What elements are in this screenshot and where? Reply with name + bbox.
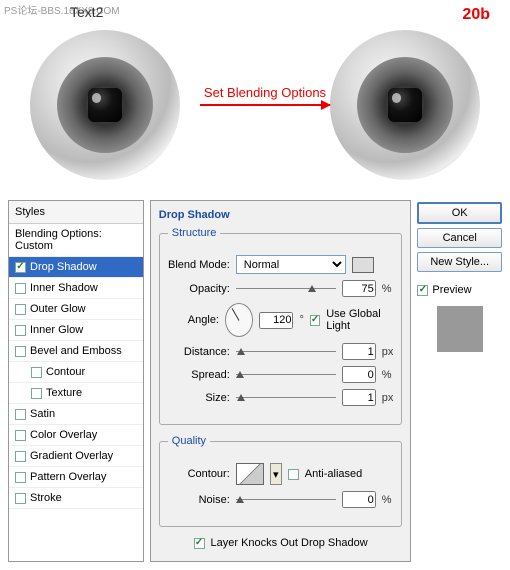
distance-unit: px <box>382 346 394 358</box>
style-checkbox[interactable] <box>15 472 26 483</box>
anti-aliased-label: Anti-aliased <box>305 468 362 480</box>
style-checkbox[interactable] <box>15 346 26 357</box>
arrow-icon <box>200 104 330 106</box>
spread-label: Spread: <box>168 369 230 381</box>
layer-style-dialog: Styles Blending Options: Custom Drop Sha… <box>0 190 510 570</box>
header-region: Text2 20b Set Blending Options <box>0 0 510 190</box>
lens-after <box>330 30 480 180</box>
style-item-inner-shadow[interactable]: Inner Shadow <box>9 278 143 299</box>
style-item-inner-glow[interactable]: Inner Glow <box>9 320 143 341</box>
style-item-pattern-overlay[interactable]: Pattern Overlay <box>9 467 143 488</box>
style-checkbox[interactable] <box>15 325 26 336</box>
style-label: Contour <box>46 366 85 378</box>
panel-title: Drop Shadow <box>159 209 403 221</box>
structure-legend: Structure <box>168 227 221 239</box>
style-label: Bevel and Emboss <box>30 345 122 357</box>
style-item-stroke[interactable]: Stroke <box>9 488 143 509</box>
style-label: Stroke <box>30 492 62 504</box>
size-unit: px <box>382 392 394 404</box>
style-checkbox[interactable] <box>15 451 26 462</box>
styles-panel: Styles Blending Options: Custom Drop Sha… <box>8 200 144 562</box>
style-checkbox[interactable] <box>15 430 26 441</box>
noise-input[interactable] <box>342 491 376 508</box>
style-checkbox[interactable] <box>15 283 26 294</box>
distance-slider[interactable] <box>236 345 336 359</box>
angle-unit: ° <box>299 314 303 326</box>
contour-dropdown[interactable]: ▾ <box>270 463 282 485</box>
preview-label: Preview <box>432 284 471 296</box>
blend-mode-select[interactable]: Normal <box>236 255 346 274</box>
lens-before <box>30 30 180 180</box>
spread-slider[interactable] <box>236 368 336 382</box>
style-checkbox[interactable] <box>15 409 26 420</box>
opacity-unit: % <box>382 283 392 295</box>
style-item-contour[interactable]: Contour <box>9 362 143 383</box>
new-style-button[interactable]: New Style... <box>417 252 502 272</box>
quality-group: Quality Contour: ▾ Anti-aliased Noise: % <box>159 435 403 527</box>
size-label: Size: <box>168 392 230 404</box>
spread-unit: % <box>382 369 392 381</box>
button-panel: OK Cancel New Style... Preview <box>417 200 502 562</box>
distance-label: Distance: <box>168 346 230 358</box>
style-label: Drop Shadow <box>30 261 97 273</box>
style-checkbox[interactable] <box>15 304 26 315</box>
quality-legend: Quality <box>168 435 210 447</box>
style-item-color-overlay[interactable]: Color Overlay <box>9 425 143 446</box>
opacity-slider[interactable] <box>236 282 336 296</box>
contour-swatch[interactable] <box>236 463 264 485</box>
style-label: Inner Shadow <box>30 282 98 294</box>
blending-options-row[interactable]: Blending Options: Custom <box>9 224 143 257</box>
style-item-satin[interactable]: Satin <box>9 404 143 425</box>
styles-header[interactable]: Styles <box>9 201 143 224</box>
text2-label: Text2 <box>70 4 103 20</box>
styles-list: Blending Options: Custom Drop Shadow Inne… <box>9 224 143 509</box>
step-label: 20b <box>462 6 490 24</box>
anti-aliased-checkbox[interactable] <box>288 469 299 480</box>
settings-panel: Drop Shadow Structure Blend Mode: Normal… <box>150 200 412 562</box>
spread-input[interactable] <box>342 366 376 383</box>
style-checkbox[interactable] <box>31 367 42 378</box>
style-item-outer-glow[interactable]: Outer Glow <box>9 299 143 320</box>
structure-group: Structure Blend Mode: Normal Opacity: % … <box>159 227 403 425</box>
noise-unit: % <box>382 494 392 506</box>
angle-input[interactable] <box>259 312 293 329</box>
noise-slider[interactable] <box>236 493 336 507</box>
arrow-annotation: Set Blending Options <box>200 85 330 106</box>
style-item-bevel-and-emboss[interactable]: Bevel and Emboss <box>9 341 143 362</box>
style-label: Outer Glow <box>30 303 86 315</box>
preview-checkbox[interactable] <box>417 285 428 296</box>
blend-mode-label: Blend Mode: <box>168 259 230 271</box>
knockout-label: Layer Knocks Out Drop Shadow <box>211 537 368 549</box>
arrow-text: Set Blending Options <box>200 85 330 100</box>
global-light-checkbox[interactable] <box>310 315 320 326</box>
size-slider[interactable] <box>236 391 336 405</box>
cancel-button[interactable]: Cancel <box>417 228 502 248</box>
style-label: Color Overlay <box>30 429 97 441</box>
size-input[interactable] <box>342 389 376 406</box>
global-light-label: Use Global Light <box>326 308 393 332</box>
contour-label: Contour: <box>168 468 230 480</box>
style-label: Texture <box>46 387 82 399</box>
preview-swatch <box>437 306 483 352</box>
shadow-color-swatch[interactable] <box>352 257 374 273</box>
distance-input[interactable] <box>342 343 376 360</box>
style-label: Pattern Overlay <box>30 471 106 483</box>
style-item-texture[interactable]: Texture <box>9 383 143 404</box>
style-item-drop-shadow[interactable]: Drop Shadow <box>9 257 143 278</box>
style-checkbox[interactable] <box>15 262 26 273</box>
style-label: Gradient Overlay <box>30 450 113 462</box>
opacity-input[interactable] <box>342 280 376 297</box>
ok-button[interactable]: OK <box>417 202 502 224</box>
style-label: Satin <box>30 408 55 420</box>
style-checkbox[interactable] <box>15 493 26 504</box>
angle-dial[interactable] <box>225 303 253 337</box>
opacity-label: Opacity: <box>168 283 230 295</box>
knockout-checkbox[interactable] <box>194 538 205 549</box>
style-checkbox[interactable] <box>31 388 42 399</box>
style-item-gradient-overlay[interactable]: Gradient Overlay <box>9 446 143 467</box>
style-label: Inner Glow <box>30 324 83 336</box>
noise-label: Noise: <box>168 494 230 506</box>
angle-label: Angle: <box>168 314 219 326</box>
